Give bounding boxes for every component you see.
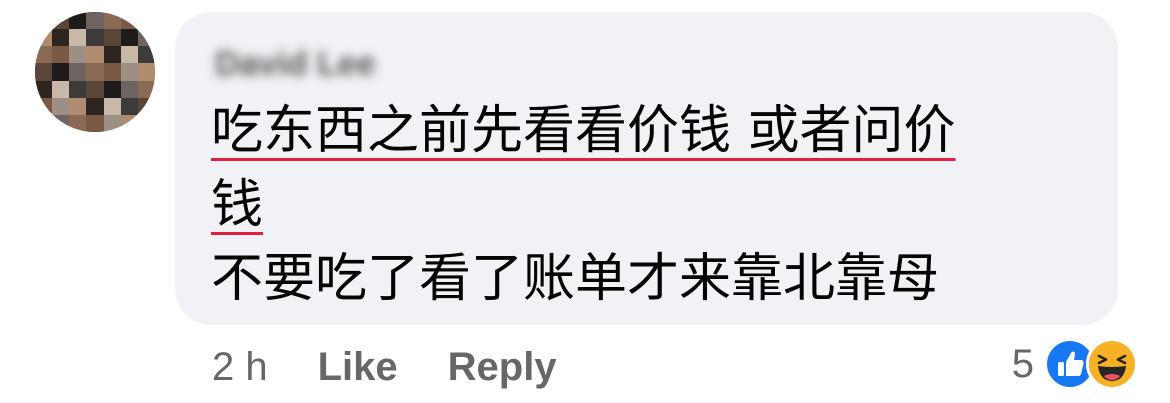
comment-author-name[interactable]: David Lee [215, 45, 376, 83]
comment-text-line-1: 吃东西之前先看看价钱 或者问价 [211, 101, 956, 161]
reactions-summary[interactable]: 5 [1012, 338, 1138, 390]
like-button[interactable]: Like [318, 345, 398, 390]
avatar-pixelated-image [35, 12, 155, 132]
comment-text-line-2: 钱 [211, 175, 264, 235]
comment-text: 吃东西之前先看看价钱 或者问价 钱 不要吃了看了账单才来靠北靠母 [211, 94, 1091, 316]
haha-icon [1086, 338, 1138, 390]
comment-actions: 2 h Like Reply [212, 345, 557, 390]
comment-bubble: David Lee 吃东西之前先看看价钱 或者问价 钱 不要吃了看了账单才来靠北… [175, 12, 1118, 325]
comment-timestamp[interactable]: 2 h [212, 345, 268, 390]
reaction-count: 5 [1011, 341, 1034, 386]
avatar[interactable] [35, 12, 155, 132]
comment-text-line-3: 不要吃了看了账单才来靠北靠母 [211, 249, 940, 309]
reply-button[interactable]: Reply [448, 345, 557, 390]
